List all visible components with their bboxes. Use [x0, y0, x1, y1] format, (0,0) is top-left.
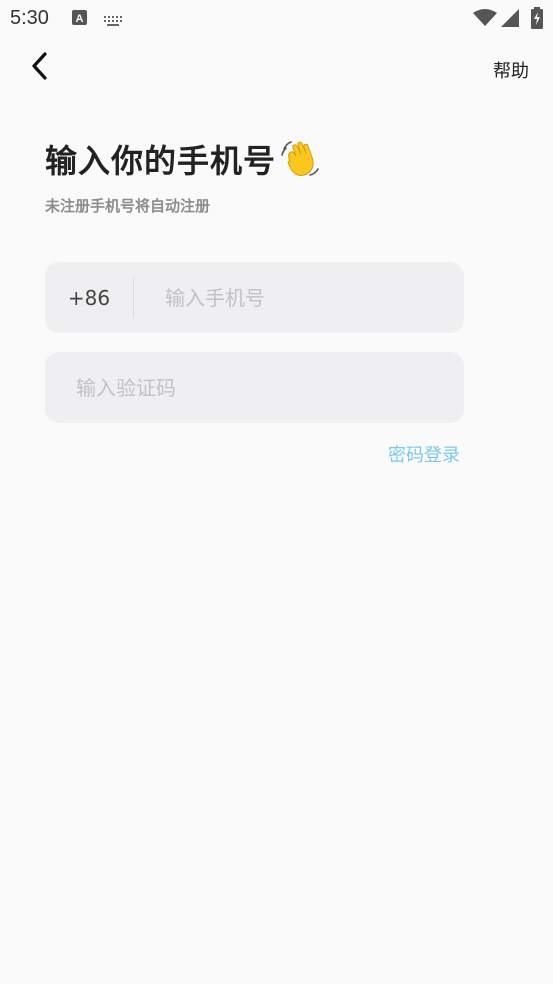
back-button[interactable]: [22, 48, 58, 88]
help-link[interactable]: 帮助: [493, 57, 529, 83]
battery-icon: [531, 7, 543, 33]
chevron-left-icon: [30, 51, 50, 85]
status-bar: 5:30 A: [0, 0, 553, 38]
verification-code-field: [45, 351, 464, 424]
verification-code-input[interactable]: [74, 351, 464, 424]
login-screen: 5:30 A 帮助 输入你的手机号 未注册手机号将自动注册 +86 输入手机号 …: [0, 0, 553, 984]
country-code-selector[interactable]: +86: [45, 286, 133, 310]
phone-field: +86: [45, 261, 464, 334]
keyboard-icon: [103, 12, 123, 31]
a-icon: A: [72, 10, 87, 25]
wifi-icon: [473, 9, 497, 31]
waving-hand-icon: [280, 139, 320, 179]
svg-text:A: A: [76, 13, 84, 25]
status-time: 5:30: [10, 7, 49, 29]
page-title: 输入你的手机号: [45, 136, 320, 182]
password-login-link[interactable]: 密码登录: [388, 441, 460, 467]
page-title-text: 输入你的手机号: [45, 142, 277, 180]
signal-icon: [501, 9, 519, 31]
page-subtitle: 未注册手机号将自动注册: [45, 197, 211, 215]
field-divider: [133, 277, 134, 318]
phone-input[interactable]: [163, 261, 464, 334]
